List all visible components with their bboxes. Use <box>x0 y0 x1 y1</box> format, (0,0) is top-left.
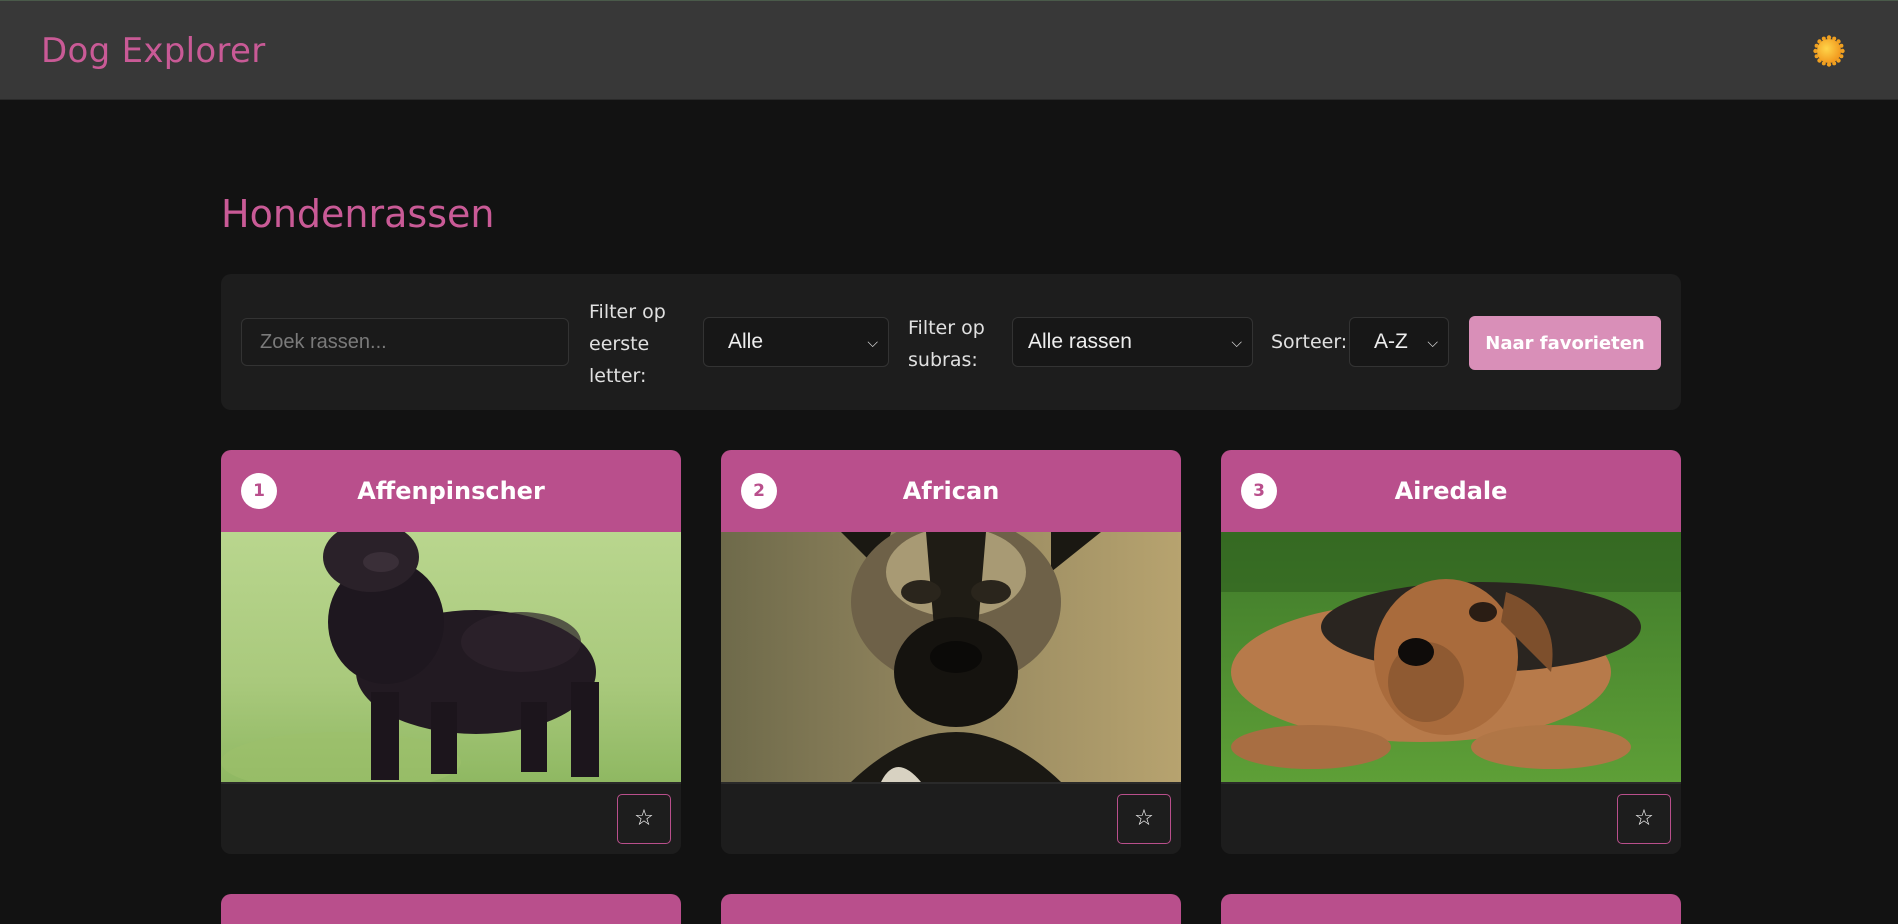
breed-card[interactable]: Airedale 3 ☆ <box>1221 450 1681 854</box>
favorite-star-button[interactable]: ☆ <box>617 794 671 844</box>
breed-card[interactable]: African 2 ☆ <box>721 450 1181 854</box>
app-brand[interactable]: Dog Explorer <box>41 31 266 71</box>
top-bar: Dog Explorer <box>0 0 1898 100</box>
favorite-star-button[interactable]: ☆ <box>1117 794 1171 844</box>
breed-image <box>1221 532 1681 782</box>
breed-number-badge: 3 <box>1241 473 1277 509</box>
breed-name: Airedale <box>1394 477 1508 505</box>
breed-number-badge: 2 <box>741 473 777 509</box>
breed-image <box>221 532 681 782</box>
favorites-button[interactable]: Naar favorieten <box>1469 316 1661 370</box>
subbreed-filter-value: Alle rassen <box>1028 330 1132 353</box>
subbreed-filter-label-line: subras: <box>908 349 978 371</box>
card-header: Airedale 3 <box>1221 450 1681 532</box>
letter-filter-select[interactable]: Alle ⌵ <box>703 317 889 367</box>
page-title: Hondenrassen <box>221 192 495 236</box>
sun-icon <box>1813 35 1845 67</box>
breed-name: African <box>902 477 1000 505</box>
filter-bar: Filter op eerste letter: Alle ⌵ Filter o… <box>221 274 1681 410</box>
sort-label: Sorteer: <box>1271 331 1348 353</box>
breed-number-badge: 1 <box>241 473 277 509</box>
letter-filter-label: Filter op eerste letter: <box>589 296 666 392</box>
subbreed-filter-label: Filter op subras: <box>908 312 985 376</box>
subbreed-filter-select[interactable]: Alle rassen ⌵ <box>1012 317 1253 367</box>
card-footer: ☆ <box>221 782 681 854</box>
breed-name: Affenpinscher <box>357 477 545 505</box>
chevron-down-icon: ⌵ <box>867 334 878 350</box>
chevron-down-icon: ⌵ <box>1427 334 1438 350</box>
sort-select[interactable]: A-Z ⌵ <box>1349 317 1449 367</box>
breed-image <box>721 532 1181 782</box>
card-footer: ☆ <box>1221 782 1681 854</box>
card-header: Affenpinscher 1 <box>221 450 681 532</box>
breed-card-partial[interactable] <box>221 894 681 924</box>
letter-filter-label-line: eerste <box>589 333 650 355</box>
favorite-star-button[interactable]: ☆ <box>1617 794 1671 844</box>
breed-card-partial[interactable] <box>721 894 1181 924</box>
letter-filter-value: Alle <box>728 330 764 353</box>
theme-toggle-button[interactable] <box>1813 35 1845 67</box>
search-input[interactable] <box>241 318 569 366</box>
letter-filter-label-line: Filter op <box>589 301 666 323</box>
card-footer: ☆ <box>721 782 1181 854</box>
breed-card[interactable]: Affenpinscher 1 ☆ <box>221 450 681 854</box>
letter-filter-label-line: letter: <box>589 365 647 387</box>
sort-value: A-Z <box>1374 330 1408 353</box>
breed-card-partial[interactable] <box>1221 894 1681 924</box>
chevron-down-icon: ⌵ <box>1231 334 1242 350</box>
subbreed-filter-label-line: Filter op <box>908 317 985 339</box>
card-header: African 2 <box>721 450 1181 532</box>
